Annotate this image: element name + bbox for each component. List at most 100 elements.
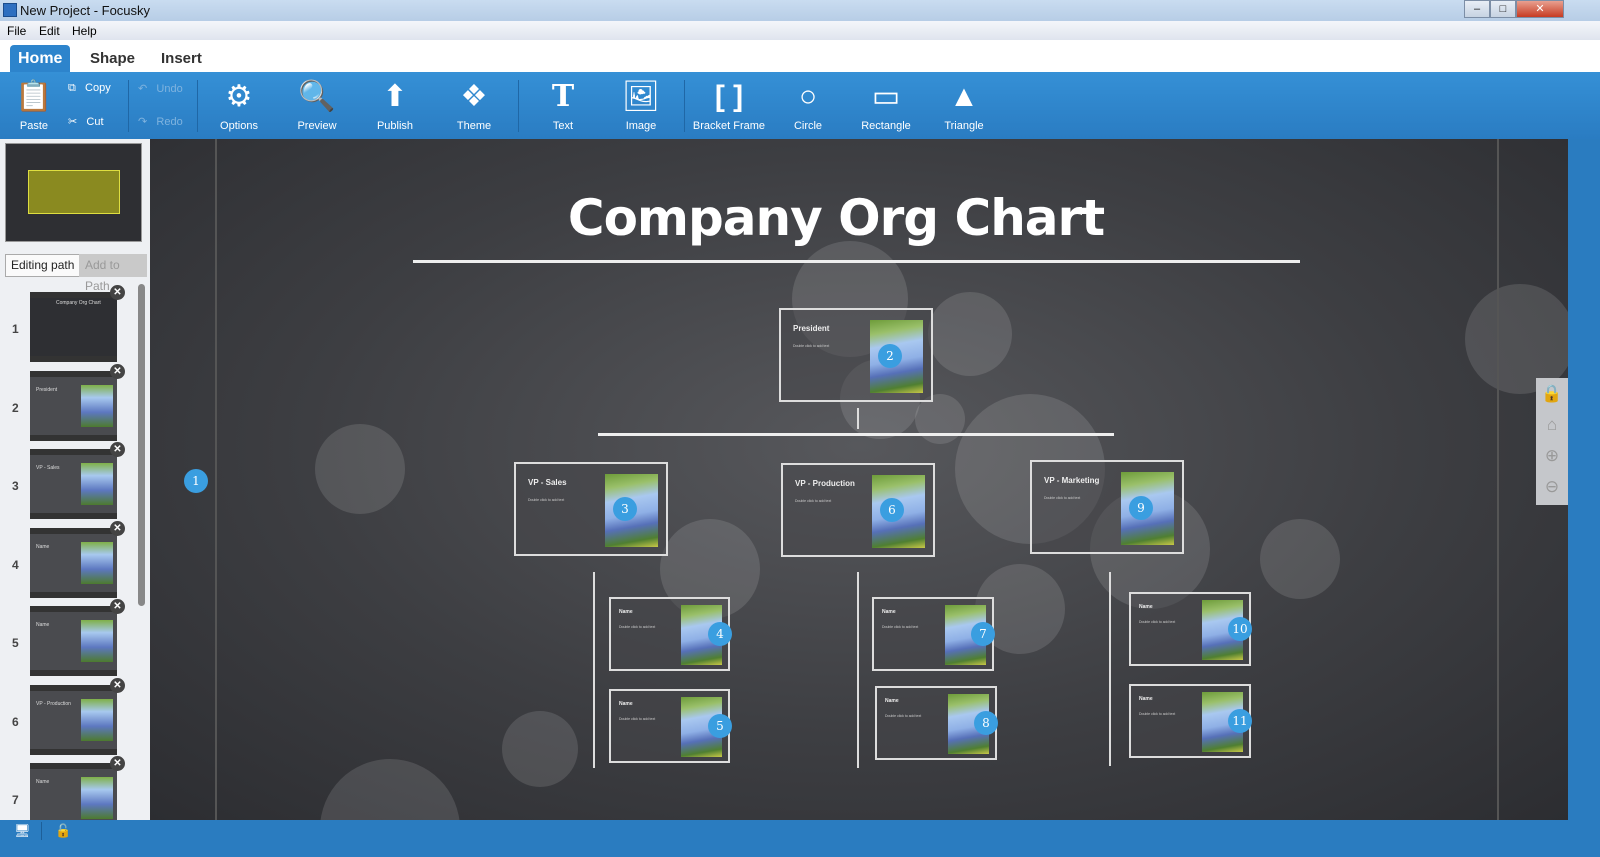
card-subtitle[interactable]: Double click to add text [795,499,831,503]
add-to-path-button[interactable]: Add to Path [79,254,147,293]
ribbon-tabs: Home Shape Insert [0,40,1600,72]
image-button[interactable]: 🖼 Image [612,72,670,139]
redo-button[interactable]: ↷ Redo [138,115,183,128]
bracket-frame-button[interactable]: [ ] Bracket Frame [690,72,768,139]
close-button[interactable]: ✕ [1516,0,1564,18]
chart-title[interactable]: Company Org Chart [150,189,1522,247]
text-button[interactable]: T Text [534,72,592,139]
org-card[interactable]: VP - Sales Double click to add text [514,462,668,556]
org-card[interactable]: President Double click to add text [779,308,933,402]
delete-slide-icon[interactable]: ✕ [110,285,125,300]
delete-slide-icon[interactable]: ✕ [110,599,125,614]
path-marker[interactable]: 7 [971,622,995,646]
maximize-button[interactable]: □ [1490,0,1516,18]
lock-icon[interactable]: 🔒 [1536,378,1568,409]
copy-button[interactable]: ⧉ Copy [68,82,111,95]
sidebar-scrollbar[interactable] [138,284,145,606]
unlock-icon[interactable]: 🔓 [55,823,71,839]
card-subtitle[interactable]: Double click to add text [619,717,655,721]
bracket-icon: [ ] [714,80,744,113]
path-marker[interactable]: 1 [184,469,208,493]
upload-arrow-icon: ⬆ [382,80,408,113]
preview-button[interactable]: 🔍 Preview [288,72,346,139]
org-card[interactable]: VP - Marketing Double click to add text [1030,460,1184,554]
tab-shape[interactable]: Shape [82,45,143,72]
card-title[interactable]: Name [1139,696,1153,702]
card-subtitle[interactable]: Double click to add text [1139,712,1175,716]
card-subtitle[interactable]: Double click to add text [793,344,829,348]
paste-icon: 📋 [15,80,53,113]
thumbnail-image [81,698,113,741]
menu-file[interactable]: File [7,24,26,38]
zoom-out-icon[interactable]: ⊖ [1536,471,1568,502]
triangle-icon: ▲ [949,80,979,113]
view-toolbar: 🔒 ⌂ ⊕ ⊖ [1536,378,1568,505]
slide-thumbnail[interactable]: Company Org Chart [30,292,117,362]
card-title[interactable]: Name [885,698,899,704]
path-marker[interactable]: 8 [974,711,998,735]
connector-line [857,408,859,429]
publish-button[interactable]: ⬆ Publish [366,72,424,139]
delete-slide-icon[interactable]: ✕ [110,520,125,536]
path-marker[interactable]: 3 [613,497,637,521]
presentation-icon[interactable]: 🖥 [14,823,31,839]
cut-button[interactable]: ✂ Cut [68,115,104,128]
slide-thumbnail[interactable]: VP - Production [30,684,117,755]
path-marker[interactable]: 10 [1228,617,1252,641]
path-marker[interactable]: 5 [708,714,732,738]
slide-thumbnail[interactable]: VP - Sales [30,449,117,519]
card-title[interactable]: VP - Sales [528,478,567,487]
menu-help[interactable]: Help [72,24,97,38]
card-title[interactable]: Name [619,609,633,615]
delete-slide-icon[interactable]: ✕ [110,363,125,379]
tab-insert[interactable]: Insert [153,45,210,72]
bokeh-bubble [320,759,460,820]
undo-button[interactable]: ↶ Undo [138,82,183,95]
editing-path-button[interactable]: Editing path [5,254,81,277]
card-subtitle[interactable]: Double click to add text [1139,620,1175,624]
thumbnail-title: President [36,386,58,393]
image-icon: 🖼 [621,80,661,113]
card-subtitle[interactable]: Double click to add text [619,625,655,629]
card-title[interactable]: Name [1139,604,1153,610]
card-subtitle[interactable]: Double click to add text [885,714,921,718]
delete-slide-icon[interactable]: ✕ [110,442,125,457]
slide-thumbnail[interactable]: Name [30,606,117,676]
slide-thumbnail[interactable]: Name [30,527,117,598]
undo-icon: ↶ [138,83,148,95]
options-button[interactable]: ⚙ Options [210,72,268,139]
rectangle-button[interactable]: ▭ Rectangle [857,72,915,139]
home-icon[interactable]: ⌂ [1536,409,1568,440]
slide-thumbnail[interactable]: President [30,370,117,441]
path-marker[interactable]: 6 [880,498,904,522]
card-title[interactable]: VP - Marketing [1044,476,1099,485]
scissors-icon: ✂ [68,116,78,128]
theme-button[interactable]: ❖ Theme [445,72,503,139]
delete-slide-icon[interactable]: ✕ [110,677,125,693]
card-title[interactable]: Name [619,701,633,707]
bokeh-bubble [928,292,1012,376]
card-subtitle[interactable]: Double click to add text [528,498,564,502]
paste-button[interactable]: 📋 Paste [10,72,58,139]
path-marker[interactable]: 2 [878,344,902,368]
menu-edit[interactable]: Edit [39,24,60,38]
path-marker[interactable]: 4 [708,622,732,646]
circle-button[interactable]: ○ Circle [779,72,837,139]
thumbnail-title: Name [36,779,50,785]
overview-thumbnail[interactable] [5,143,142,242]
card-subtitle[interactable]: Double click to add text [1044,496,1080,500]
triangle-button[interactable]: ▲ Triangle [935,72,993,139]
minimize-button[interactable]: – [1464,0,1490,18]
org-card[interactable]: VP - Production Double click to add text [781,463,935,557]
connector-line [598,433,1114,436]
card-title[interactable]: Name [882,609,896,615]
card-subtitle[interactable]: Double click to add text [882,625,918,629]
card-title[interactable]: President [793,324,829,333]
path-marker[interactable]: 11 [1228,709,1252,733]
editor-canvas[interactable]: Company Org Chart President Double click … [150,139,1568,820]
delete-slide-icon[interactable]: ✕ [110,756,125,771]
tab-home[interactable]: Home [10,45,71,72]
path-marker[interactable]: 9 [1129,496,1153,520]
zoom-in-icon[interactable]: ⊕ [1536,440,1568,471]
card-title[interactable]: VP - Production [795,479,855,488]
